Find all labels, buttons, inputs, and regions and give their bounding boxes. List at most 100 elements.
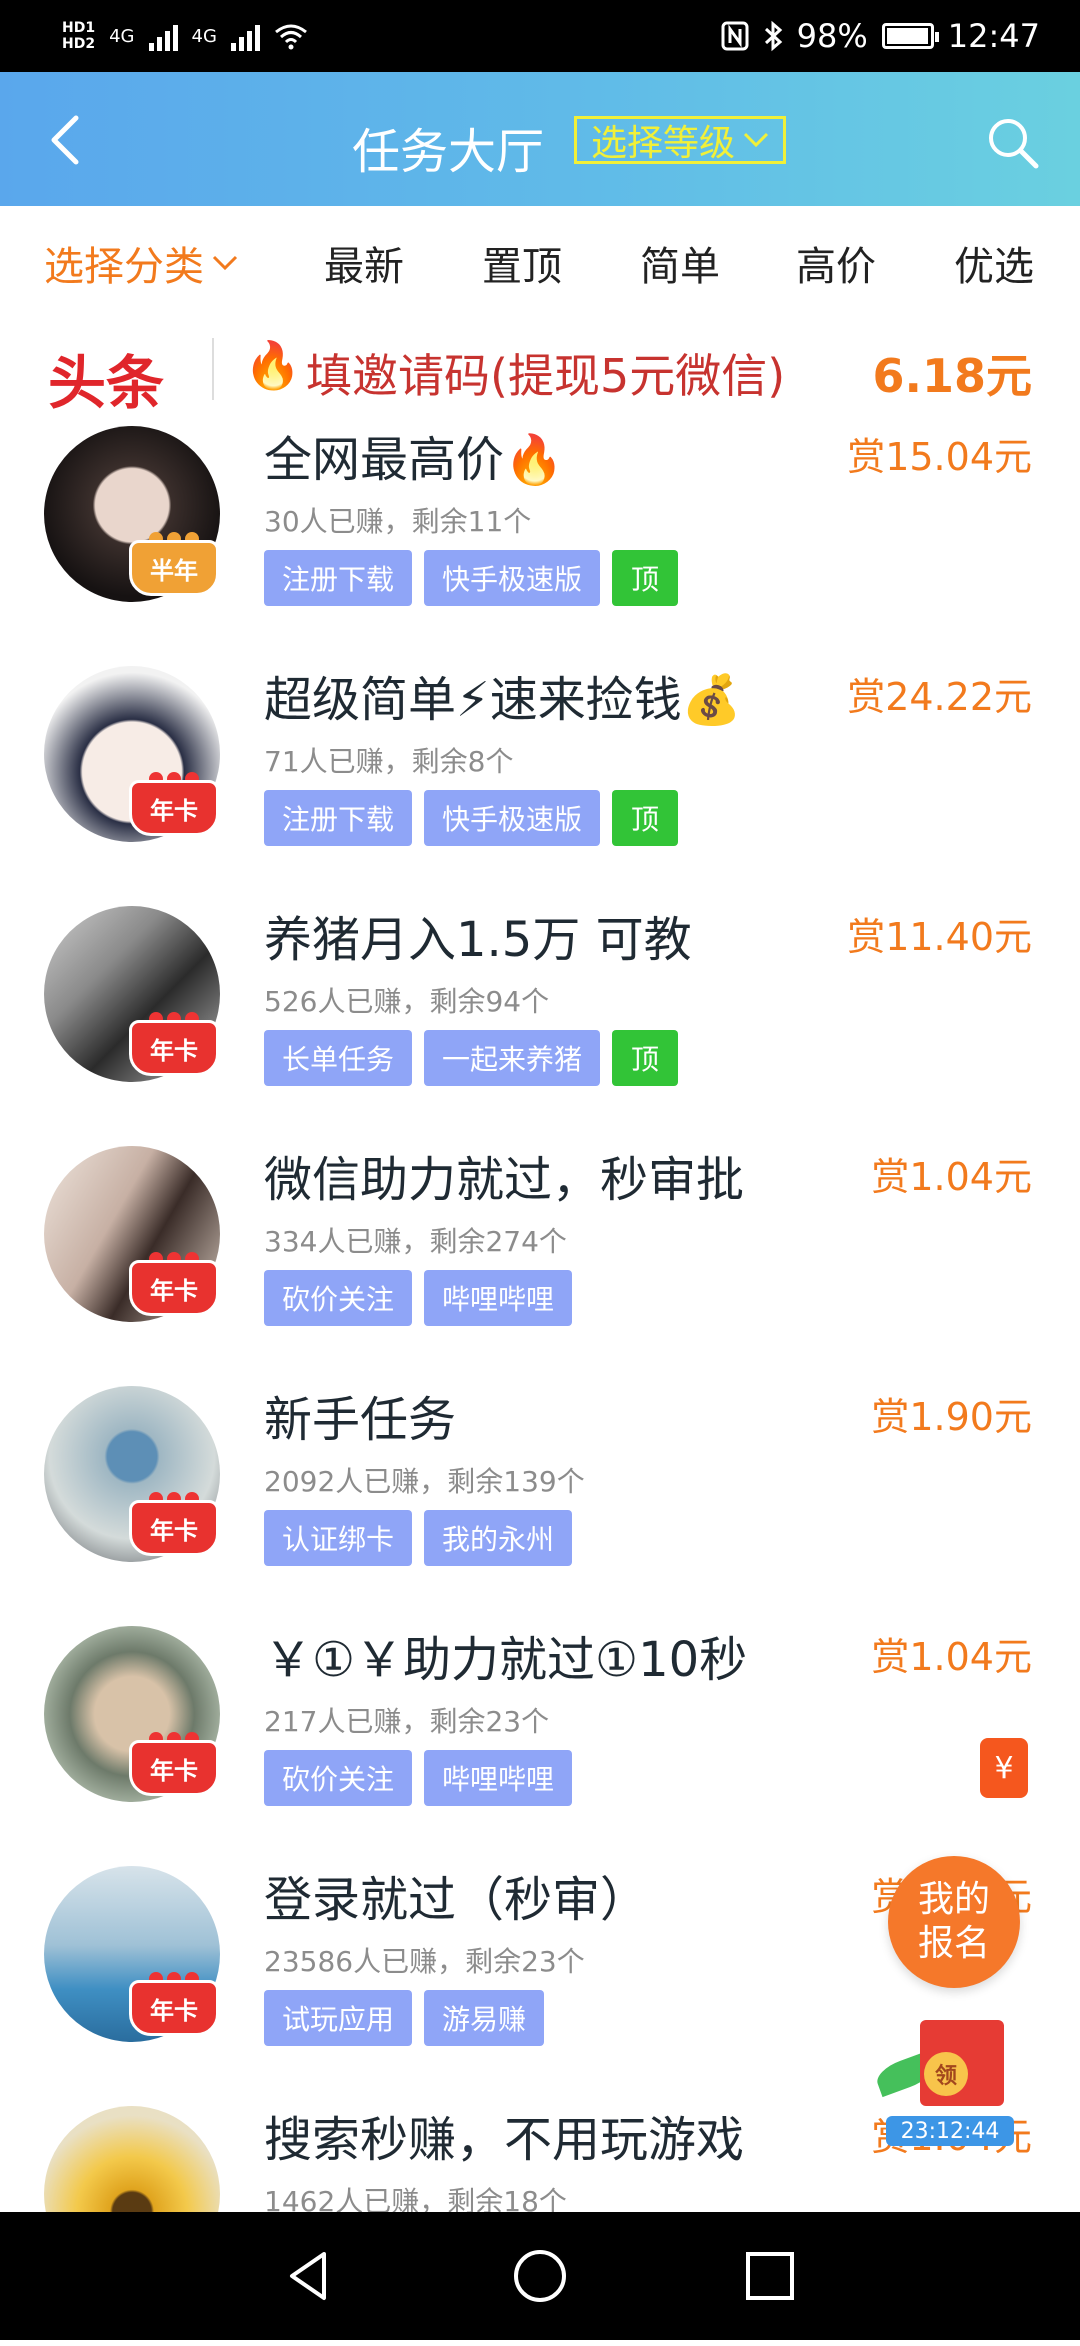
nav-back-icon[interactable] — [280, 2246, 340, 2306]
red-packet-button[interactable]: ¥ — [980, 1738, 1028, 1798]
tab-category-select[interactable]: 选择分类 — [44, 234, 238, 292]
task-title: 全网最高价🔥 — [264, 432, 564, 488]
gift-packet-button[interactable]: 领 23:12:44 — [872, 2012, 1026, 2150]
tag: 我的永州 — [424, 1510, 573, 1566]
hd1-label: HD1 — [62, 20, 96, 36]
search-icon[interactable] — [984, 114, 1040, 170]
signup-label-line2: 报名 — [917, 1923, 990, 1964]
headline-logo: 头条 — [48, 349, 165, 417]
app-header: 任务大厅 选择等级 — [0, 72, 1080, 206]
signup-label-line1: 我的 — [917, 1879, 990, 1920]
task-tags: 注册下载 快手极速版 顶 — [264, 790, 679, 846]
divider — [212, 338, 214, 400]
badge-label: 年卡 — [129, 780, 219, 836]
back-icon[interactable] — [40, 112, 96, 168]
tab-high-price[interactable]: 高价 — [796, 234, 876, 292]
headline-text: 填邀请码(提现5元微信) — [306, 349, 786, 403]
task-stats: 334人已赚，剩余274个 — [264, 1225, 567, 1258]
task-tags: 试玩应用 游易赚 — [264, 1990, 545, 2046]
tab-latest[interactable]: 最新 — [324, 234, 404, 292]
membership-badge: 年卡 — [128, 1012, 220, 1092]
tag: 试玩应用 — [264, 1990, 413, 2046]
tag: 哔哩哔哩 — [424, 1750, 573, 1806]
task-title: 超级简单⚡速来捡钱💰 — [264, 672, 742, 728]
task-item[interactable]: 年卡 新手任务 赏1.90元 2092人已赚，剩余139个 认证绑卡 我的永州 — [0, 1386, 1080, 1626]
nav-recent-icon[interactable] — [740, 2246, 800, 2306]
task-title: 新手任务 — [264, 1392, 457, 1448]
task-reward: 赏1.90元 — [871, 1395, 1032, 1439]
membership-badge: 年卡 — [128, 1732, 220, 1812]
headline-banner[interactable]: 头条 🔥 填邀请码(提现5元微信) 6.18元 — [0, 330, 1080, 417]
task-stats: 526人已赚，剩余94个 — [264, 985, 550, 1018]
clock: 12:47 — [947, 17, 1040, 55]
membership-badge: 年卡 — [128, 772, 220, 852]
task-stats: 23586人已赚，剩余23个 — [264, 1945, 585, 1978]
task-stats: 30人已赚，剩余11个 — [264, 505, 532, 538]
membership-badge: 年卡 — [128, 1252, 220, 1332]
headline-amount: 6.18元 — [872, 349, 1033, 403]
signal-2-icon — [230, 21, 260, 51]
badge-label: 年卡 — [129, 1260, 219, 1316]
my-signup-button[interactable]: 我的 报名 — [888, 1856, 1020, 1988]
membership-badge: 年卡 — [128, 1492, 220, 1572]
top-tag: 顶 — [612, 550, 679, 606]
wifi-icon — [274, 24, 307, 50]
badge-label: 年卡 — [129, 1740, 219, 1796]
chevron-down-icon — [212, 255, 238, 271]
task-reward: 赏24.22元 — [847, 675, 1032, 719]
task-item[interactable]: 年卡 ￥①￥助力就过①10秒 赏1.04元 217人已赚，剩余23个 砍价关注 … — [0, 1626, 1080, 1866]
tag: 砍价关注 — [264, 1270, 413, 1326]
top-tag: 顶 — [612, 1030, 679, 1086]
tag: 快手极速版 — [424, 550, 601, 606]
status-right: 98% 12:47 — [721, 17, 1040, 55]
task-reward: 赏1.04元 — [871, 1635, 1032, 1679]
task-tags: 长单任务 一起来养猪 顶 — [264, 1030, 679, 1086]
nfc-icon — [721, 21, 749, 51]
gift-coin: 领 — [924, 2052, 968, 2096]
battery-icon — [881, 23, 939, 49]
tag: 哔哩哔哩 — [424, 1270, 573, 1326]
filter-tabs: 选择分类 最新 置顶 简单 高价 优选 — [0, 206, 1080, 316]
tag: 认证绑卡 — [264, 1510, 413, 1566]
badge-label: 年卡 — [129, 1020, 219, 1076]
status-left: HD1 HD2 4G 4G — [62, 20, 308, 52]
tag: 砍价关注 — [264, 1750, 413, 1806]
task-reward: 赏1.04元 — [871, 1155, 1032, 1199]
tag: 注册下载 — [264, 550, 413, 606]
membership-badge: 半年 — [128, 532, 220, 612]
network-type-2: 4G — [191, 25, 217, 47]
status-bar: HD1 HD2 4G 4G 98% 12:47 — [0, 0, 1080, 72]
task-tags: 砍价关注 哔哩哔哩 — [264, 1750, 573, 1806]
task-title: 登录就过（秒审） — [264, 1872, 649, 1928]
tab-label: 选择分类 — [44, 244, 204, 290]
red-packet-icon: ¥ — [994, 1750, 1014, 1786]
tag: 一起来养猪 — [424, 1030, 601, 1086]
task-title: ￥①￥助力就过①10秒 — [264, 1632, 748, 1688]
badge-label: 年卡 — [129, 1980, 219, 2036]
tab-simple[interactable]: 简单 — [640, 234, 720, 292]
task-item[interactable]: 年卡 养猪月入1.5万 可教 赏11.40元 526人已赚，剩余94个 长单任务… — [0, 906, 1080, 1146]
membership-badge: 年卡 — [128, 1972, 220, 2052]
task-stats: 71人已赚，剩余8个 — [264, 745, 514, 778]
task-tags: 砍价关注 哔哩哔哩 — [264, 1270, 573, 1326]
nav-home-icon[interactable] — [510, 2246, 570, 2306]
signal-1-icon — [148, 21, 178, 51]
battery-percent: 98% — [796, 17, 868, 55]
task-item[interactable]: 半年 全网最高价🔥 赏15.04元 30人已赚，剩余11个 注册下载 快手极速版… — [0, 426, 1080, 666]
task-item[interactable]: 年卡 微信助力就过，秒审批 赏1.04元 334人已赚，剩余274个 砍价关注 … — [0, 1146, 1080, 1386]
badge-label: 半年 — [129, 540, 219, 596]
tab-featured[interactable]: 优选 — [954, 234, 1034, 292]
task-item[interactable]: 年卡 超级简单⚡速来捡钱💰 赏24.22元 71人已赚，剩余8个 注册下载 快手… — [0, 666, 1080, 906]
badge-label: 年卡 — [129, 1500, 219, 1556]
tab-pinned[interactable]: 置顶 — [482, 234, 562, 292]
level-select-dropdown[interactable]: 选择等级 — [574, 116, 787, 164]
task-title: 搜索秒赚，不用玩游戏 — [264, 2112, 745, 2168]
bluetooth-icon — [764, 20, 782, 52]
task-title: 微信助力就过，秒审批 — [264, 1152, 745, 1208]
tag: 游易赚 — [424, 1990, 545, 2046]
gift-timer: 23:12:44 — [886, 2116, 1014, 2146]
task-title: 养猪月入1.5万 可教 — [264, 912, 692, 968]
network-type-1: 4G — [109, 25, 135, 47]
level-select-label: 选择等级 — [591, 123, 736, 164]
tag: 长单任务 — [264, 1030, 413, 1086]
